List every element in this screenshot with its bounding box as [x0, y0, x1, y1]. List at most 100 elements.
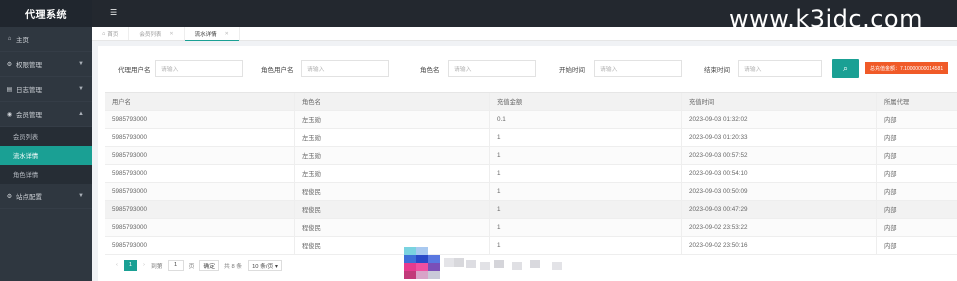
table-cell: 2023-09-03 00:47:29: [682, 201, 877, 218]
table-cell: 程俊民: [295, 201, 490, 218]
total-count: 共 8 条: [224, 263, 243, 270]
table-row[interactable]: 5985793000 左玉勋 1 2023-09-03 00:57:52 内部: [105, 147, 957, 165]
chevron-up-icon: ▲: [78, 111, 84, 117]
log-icon: ▤: [6, 86, 13, 93]
table-cell: 程俊民: [295, 219, 490, 236]
sidebar-item-label: 会员管理: [16, 112, 42, 119]
sidebar-item-logs[interactable]: ▤ 日志管理 ▼: [0, 77, 92, 102]
table-cell: 内部: [884, 171, 897, 178]
table-cell: 0.1: [490, 111, 682, 128]
filter-bar: 代理用户名 请输入 角色用户名 请输入 角色名 请输入 开始时间 请输入 结束时…: [98, 57, 957, 79]
transactions-table: 用户名 角色名 充值金额 充值时间 所属代理 5985793000 左玉勋 0.1 2…: [105, 92, 957, 255]
table-row[interactable]: 5985793000 程俊民 1 2023-09-02 23:53:22 内部: [105, 219, 957, 237]
role-name-input[interactable]: 请输入: [448, 60, 536, 77]
end-time-input[interactable]: 请输入: [738, 60, 822, 77]
next-page-button[interactable]: ›: [139, 262, 149, 268]
table-cell: 内部: [884, 135, 897, 142]
table-cell: 2023-09-03 00:57:52: [682, 147, 877, 164]
table-cell: 1: [490, 147, 682, 164]
page-button-current[interactable]: 1: [124, 259, 137, 271]
column-header[interactable]: 所属代理: [877, 93, 957, 110]
tab-label: 流水详情: [194, 31, 217, 38]
role-user-input[interactable]: 请输入: [301, 60, 389, 77]
table-cell: 2023-09-02 23:50:16: [682, 237, 877, 254]
pixelated-overlay: [402, 240, 577, 281]
sidebar-subitem-transactions[interactable]: 流水详情: [0, 146, 92, 165]
search-icon: ⌕: [842, 63, 849, 73]
chevron-down-icon: ▼: [78, 61, 84, 67]
tab-bar: ⌂ 首页 会员列表 ✕ 流水详情 ✕: [92, 27, 957, 41]
prev-page-button[interactable]: ‹: [112, 262, 122, 268]
table-cell: 左玉勋: [295, 129, 490, 146]
table-cell: 5985793000: [105, 129, 295, 146]
table-cell: 内部: [884, 243, 897, 250]
table-cell: 5985793000: [105, 147, 295, 164]
goto-confirm-button[interactable]: 确定: [199, 259, 220, 271]
sidebar-subitem-member-list[interactable]: 会员列表: [0, 127, 92, 146]
tab-member-list[interactable]: 会员列表 ✕: [129, 27, 185, 40]
table-cell: 左玉勋: [295, 111, 490, 128]
column-header[interactable]: 角色名: [295, 93, 490, 110]
table-cell: 左玉勋: [295, 165, 490, 182]
sidebar-item-label: 日志管理: [16, 87, 42, 94]
table-row[interactable]: 5985793000 左玉勋 1 2023-09-03 00:54:10 内部: [105, 165, 957, 183]
page-size-select[interactable]: 10 条/页 ▾: [248, 259, 282, 271]
close-icon[interactable]: ✕: [169, 31, 173, 37]
start-time-input[interactable]: 请输入: [594, 60, 682, 77]
tab-label: 首页: [107, 31, 119, 38]
agent-user-input[interactable]: 请输入: [155, 60, 243, 77]
column-header[interactable]: 充值时间: [682, 93, 877, 110]
table-cell: 1: [490, 201, 682, 218]
chevron-down-icon: ▼: [78, 193, 84, 199]
sidebar-item-permissions[interactable]: ⚙ 权限管理 ▼: [0, 52, 92, 77]
tab-transactions[interactable]: 流水详情 ✕: [184, 27, 240, 41]
table-body: 5985793000 左玉勋 0.1 2023-09-03 01:32:02 内部 598…: [105, 111, 957, 255]
table-cell: 1: [490, 129, 682, 146]
table-cell: 2023-09-02 23:53:22: [682, 219, 877, 236]
column-header[interactable]: 用户名: [105, 93, 295, 110]
total-recharge-badge: 总充值金额：7.10000000014581: [865, 62, 949, 74]
sidebar-item-home[interactable]: ⌂ 主页: [0, 27, 92, 52]
chevron-down-icon: ▼: [78, 86, 84, 92]
start-time-label: 开始时间: [559, 67, 585, 74]
table-row[interactable]: 5985793000 左玉勋 1 2023-09-03 01:20:33 内部: [105, 129, 957, 147]
home-icon: ⌂: [102, 30, 106, 37]
settings-icon: ⚙: [6, 193, 13, 200]
sidebar: 代理系统 ⌂ 主页 ⚙ 权限管理 ▼ ▤ 日志管理 ▼ ◉ 会员管理 ▲ 会员列…: [0, 0, 92, 281]
sidebar-item-label: 主页: [16, 37, 29, 44]
app-title: 代理系统: [0, 0, 92, 27]
table-cell: 内部: [884, 207, 897, 214]
page-unit-label: 页: [188, 263, 195, 270]
table-row[interactable]: 5985793000 程俊民 1 2023-09-03 00:50:09 内部: [105, 183, 957, 201]
sidebar-item-label: 站点配置: [16, 194, 42, 201]
pagination: ‹ 1 › 到第 1 页 确定 共 8 条 10 条/页 ▾: [112, 258, 282, 272]
close-icon[interactable]: ✕: [225, 31, 229, 37]
gear-icon: ⚙: [6, 61, 13, 68]
table-cell: 内部: [884, 225, 897, 232]
menu-fold-icon[interactable]: ☰: [110, 9, 119, 17]
table-row[interactable]: 5985793000 左玉勋 0.1 2023-09-03 01:32:02 内部: [105, 111, 957, 129]
table-cell: 5985793000: [105, 165, 295, 182]
topbar: ☰ www.k3idc.com: [92, 0, 957, 33]
table-cell: 5985793000: [105, 219, 295, 236]
table-cell: 程俊民: [295, 183, 490, 200]
goto-page-input[interactable]: 1: [167, 259, 184, 271]
table-cell: 5985793000: [105, 183, 295, 200]
home-icon: ⌂: [7, 36, 12, 42]
sidebar-subitem-roles[interactable]: 角色详情: [0, 165, 92, 184]
role-user-label: 角色用户名: [261, 67, 294, 74]
table-cell: 2023-09-03 00:54:10: [682, 165, 877, 182]
table-row[interactable]: 5985793000 程俊民 1 2023-09-03 00:47:29 内部: [105, 201, 957, 219]
table-cell: 1: [490, 219, 682, 236]
sidebar-item-members[interactable]: ◉ 会员管理 ▲: [0, 102, 92, 127]
table-cell: 5985793000: [105, 111, 295, 128]
table-cell: 5985793000: [105, 237, 295, 254]
tab-home[interactable]: ⌂ 首页: [92, 27, 130, 40]
sidebar-item-site-config[interactable]: ⚙ 站点配置 ▼: [0, 184, 92, 209]
table-cell: 内部: [884, 117, 897, 124]
table-header: 用户名 角色名 充值金额 充值时间 所属代理: [105, 93, 957, 111]
column-header[interactable]: 充值金额: [490, 93, 682, 110]
role-name-label: 角色名: [420, 67, 440, 74]
end-time-label: 结束时间: [704, 67, 730, 74]
search-button[interactable]: ⌕: [832, 59, 859, 78]
